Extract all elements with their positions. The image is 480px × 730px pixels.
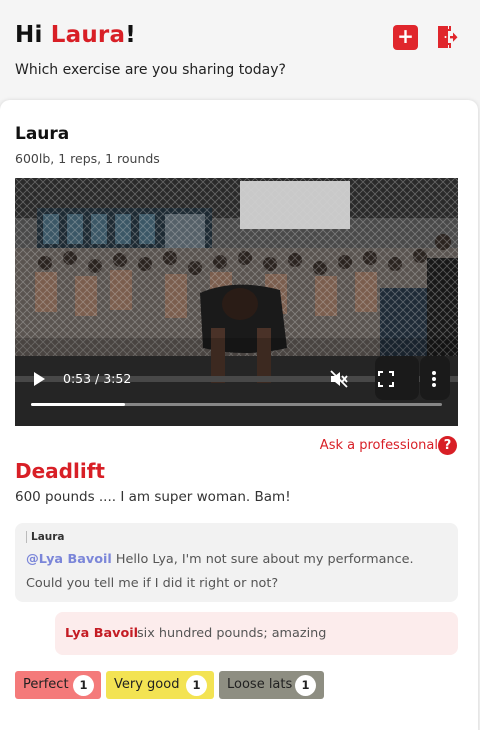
app-header: Hi Laura! Which exercise are you sharing… [0,0,480,100]
comment-mention[interactable]: @Lya Bavoil [26,552,112,567]
play-icon[interactable] [33,371,47,387]
reaction-count: 1 [186,675,207,696]
video-player[interactable]: 0:53 / 3:52 [15,178,458,426]
video-time: 0:53 / 3:52 [63,371,132,386]
post-stats: 600lb, 1 reps, 1 rounds [15,151,160,166]
muted-speaker-icon[interactable] [330,370,348,388]
comment-author: Laura [26,531,65,543]
comment-bubble: Laura @Lya Bavoil Hello Lya, I'm not sur… [15,523,458,602]
greeting-title: Hi Laura! [15,22,136,48]
ask-professional-link[interactable]: Ask a professional [320,438,438,453]
post-description: 600 pounds .... I am super woman. Bam! [15,489,291,505]
video-progress-bar[interactable] [31,403,442,406]
reply-author: Lya Bavoil [65,626,139,641]
reply-bubble: Lya Bavoil six hundred pounds; amazing [55,612,458,655]
video-progress-fill [31,403,125,406]
greeting-user-name: Laura [50,22,126,48]
plus-icon: + [397,24,414,48]
comment-text: @Lya Bavoil Hello Lya, I'm not sure abou… [26,552,414,591]
exercise-title: Deadlift [15,459,105,483]
reaction-very-good[interactable]: Very good 1 [106,671,214,699]
page-subtitle: Which exercise are you sharing today? [15,62,286,78]
reaction-perfect[interactable]: Perfect 1 [15,671,101,699]
reply-text: six hundred pounds; amazing [137,626,327,641]
reaction-count: 1 [73,675,94,696]
logout-icon [438,26,458,48]
reaction-loose-lats[interactable]: Loose lats 1 [219,671,324,699]
logout-button[interactable] [436,25,461,50]
help-icon[interactable]: ? [438,436,457,455]
add-exercise-button[interactable]: + [393,25,418,50]
fullscreen-icon[interactable] [378,371,394,387]
video-frame [15,178,458,426]
more-options-icon[interactable] [429,370,439,388]
reaction-count: 1 [295,675,316,696]
post-card: Laura 600lb, 1 reps, 1 rounds 0:53 / 3:5… [0,100,478,730]
post-author: Laura [15,124,70,144]
